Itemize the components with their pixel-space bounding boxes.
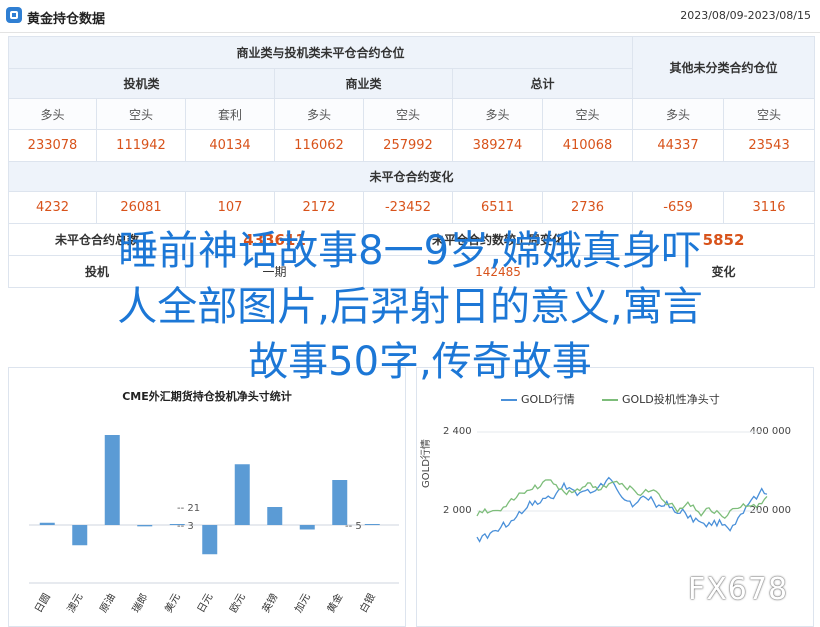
change-cell: -23452 [363, 191, 453, 224]
x-tick-label: 英镑 [259, 591, 280, 615]
x-tick-label: 日元 [196, 592, 216, 615]
col-label: 多头 [632, 98, 725, 130]
hidden-tick: -- 21 [177, 503, 200, 514]
x-tick-label: 欧元 [227, 592, 247, 615]
bar-白银 [364, 524, 380, 525]
position-cell: 111942 [96, 129, 186, 162]
col-label: 多头 [274, 98, 364, 130]
bar-日圆 [39, 522, 55, 525]
position-cell: 40134 [185, 129, 275, 162]
change-cell: 4232 [8, 191, 97, 224]
x-tick-label: 瑞郎 [129, 591, 150, 615]
change-cell: -659 [632, 191, 725, 224]
hidden-tick: -- 5 [345, 521, 362, 532]
position-cell: 233078 [8, 129, 97, 162]
bar-瑞郎 [137, 525, 153, 527]
x-tick-label: 白银 [357, 591, 378, 615]
position-cell: 389274 [452, 129, 543, 162]
bar-原油 [104, 435, 120, 525]
cme-chart-panel: CME外汇期货持仓投机净头寸统计 -- 3 -- 5 -- 21 日圆 澳元 原油瑞… [8, 367, 406, 627]
app-header: 黄金持仓数据 2023/08/09-2023/08/15 [0, 0, 820, 33]
subheader-speculative: 投机类 [8, 68, 275, 99]
x-tick-label: 美元 [162, 591, 183, 615]
x-tick-label: 黄金 [324, 591, 345, 615]
position-cell: 410068 [541, 129, 634, 162]
x-tick-label: 澳元 [64, 591, 85, 615]
change-title: 未平仓合约变化 [7, 161, 816, 192]
x-tick-label: 原油 [97, 591, 118, 615]
bar-欧元 [234, 464, 250, 525]
col-label: 空头 [96, 98, 186, 130]
bar-加元 [299, 525, 315, 530]
col-label: 多头 [8, 98, 97, 130]
overlay-line-3: 故事50字,传奇故事 [248, 339, 592, 385]
col-label: 多头 [452, 98, 543, 130]
bar-澳元 [72, 525, 88, 546]
position-cell: 257992 [363, 129, 453, 162]
x-tick-label: 日圆 [32, 592, 52, 615]
change-cell: 6511 [452, 191, 543, 224]
change-cell: 107 [185, 191, 275, 224]
subheader-commercial: 商业类 [274, 68, 453, 99]
position-cell: 44337 [632, 129, 725, 162]
page-title: 黄金持仓数据 [27, 12, 106, 27]
bar-chart: -- 3 -- 5 -- 21 日圆 澳元 原油 瑞郎 美元 日元 欧元 英镑 加元 黄金 白银 [29, 435, 399, 615]
gold-price-line [476, 476, 768, 543]
overlay-line-2: 人全部图片,后羿射日的意义,寓言 [117, 284, 703, 330]
bar-英镑 [267, 507, 283, 525]
col-label: 空头 [541, 98, 634, 130]
logo-icon [6, 7, 22, 23]
overlay-line-1: 睡前神话故事8一9岁,嫦娥真身吓 [118, 228, 702, 274]
group2-title: 其他未分类合约仓位 [632, 36, 816, 99]
col-label: 套利 [185, 98, 275, 130]
position-cell: 116062 [274, 129, 364, 162]
bar-黄金 [332, 480, 348, 525]
subheader-total: 总计 [451, 68, 634, 99]
col-label: 空头 [723, 98, 816, 130]
x-tick-label: 加元 [292, 592, 312, 615]
col-label: 空头 [363, 98, 453, 130]
group1-title: 商业类与投机类未平仓合约仓位 [7, 36, 634, 69]
position-cell: 23543 [723, 129, 816, 162]
change-cell: 26081 [96, 191, 186, 224]
date-range: 2023/08/09-2023/08/15 [680, 9, 811, 22]
hidden-tick: -- 3 [177, 521, 194, 532]
change-cell: 2172 [274, 191, 364, 224]
bar-日元 [202, 525, 218, 555]
change-cell: 3116 [723, 191, 816, 224]
watermark: FX678 [688, 572, 789, 607]
change-cell: 2736 [541, 191, 634, 224]
bar-美元 [169, 524, 185, 525]
